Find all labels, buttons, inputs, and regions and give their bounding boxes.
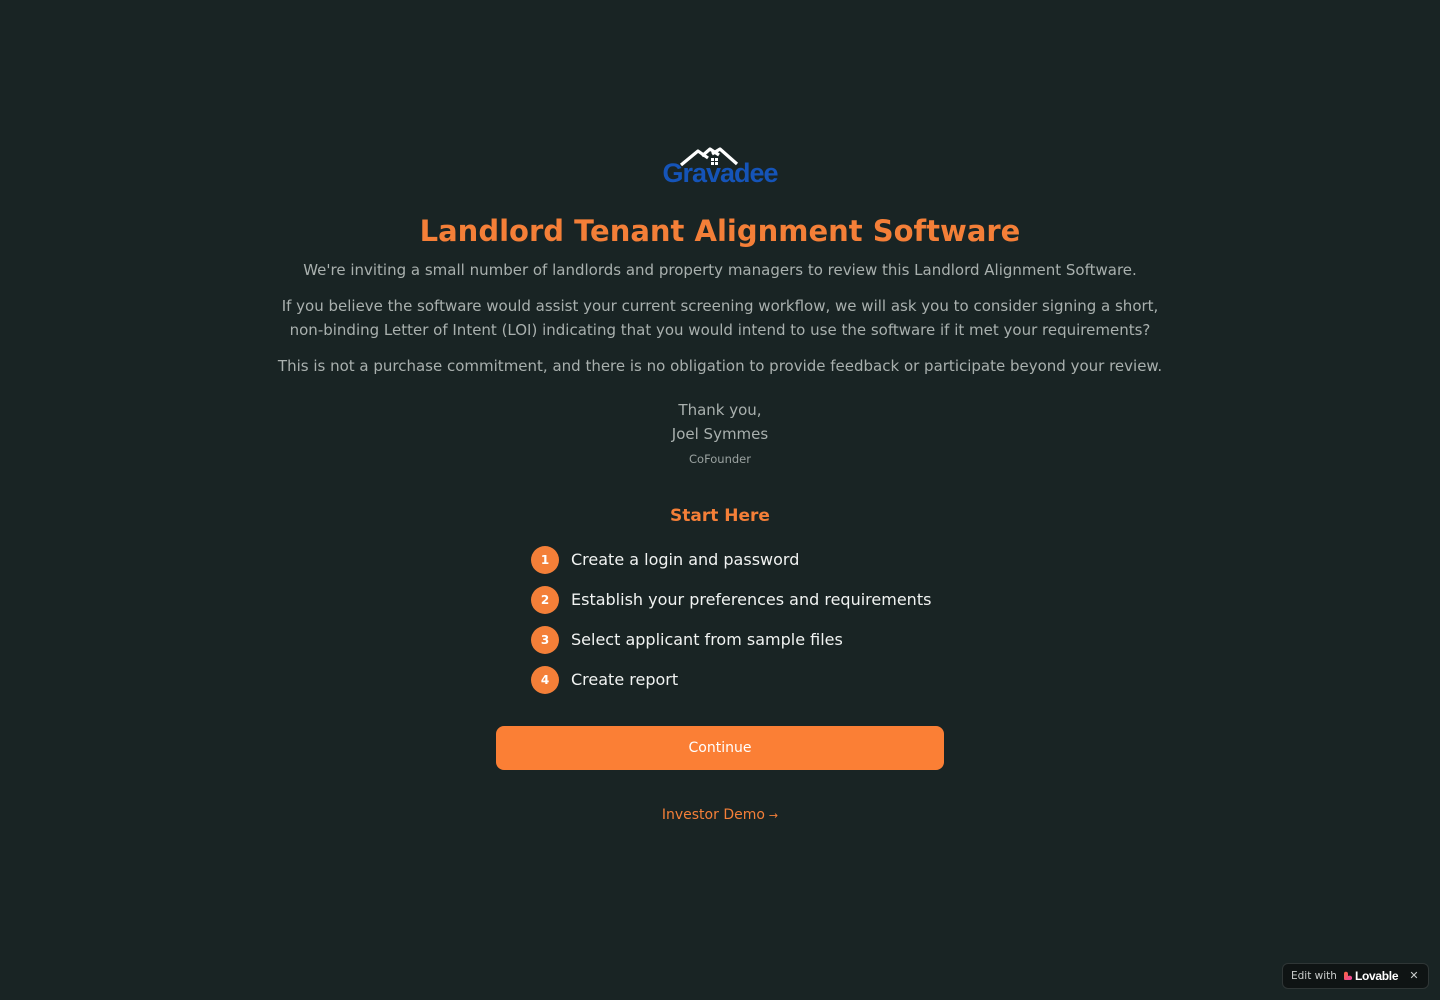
step-label: Select applicant from sample files xyxy=(571,630,843,649)
intro-paragraph-3: This is not a purchase commitment, and t… xyxy=(277,357,1163,375)
step-item: 2 Establish your preferences and require… xyxy=(531,586,951,614)
step-item: 1 Create a login and password xyxy=(531,546,951,574)
page: Gravadee Landlord Tenant Alignment Softw… xyxy=(0,0,1440,1000)
gravadee-logo: Gravadee xyxy=(650,146,790,188)
intro-paragraph-1: We're inviting a small number of landlor… xyxy=(303,261,1137,279)
lovable-heart-icon xyxy=(1343,971,1353,980)
close-icon[interactable]: ✕ xyxy=(1406,968,1422,984)
step-number-badge: 3 xyxy=(531,626,559,654)
signoff-role: CoFounder xyxy=(689,452,751,466)
signoff-thanks: Thank you, xyxy=(678,401,762,419)
step-number-badge: 1 xyxy=(531,546,559,574)
step-label: Create a login and password xyxy=(571,550,800,569)
step-number-badge: 4 xyxy=(531,666,559,694)
edit-with-lovable-badge[interactable]: Edit with Lovable ✕ xyxy=(1282,963,1429,989)
step-label: Create report xyxy=(571,670,679,689)
steps-list: 1 Create a login and password 2 Establis… xyxy=(531,546,951,706)
signoff-name: Joel Symmes xyxy=(671,425,769,443)
investor-demo-link[interactable]: Investor Demo → xyxy=(620,804,820,827)
step-number-badge: 2 xyxy=(531,586,559,614)
intro-paragraph-2: If you believe the software would assist… xyxy=(281,297,1159,339)
page-title: Landlord Tenant Alignment Software xyxy=(419,214,1021,248)
step-item: 4 Create report xyxy=(531,666,951,694)
arrow-right-icon: → xyxy=(768,809,779,822)
investor-demo-label: Investor Demo xyxy=(661,807,765,823)
badge-edit-label: Edit with xyxy=(1291,970,1337,982)
badge-brand-label: Lovable xyxy=(1354,969,1399,983)
logo-wordmark: Gravadee xyxy=(662,158,778,188)
step-label: Establish your preferences and requireme… xyxy=(571,590,932,609)
continue-button[interactable]: Continue xyxy=(496,726,944,770)
start-here-heading: Start Here xyxy=(670,506,770,526)
step-item: 3 Select applicant from sample files xyxy=(531,626,951,654)
